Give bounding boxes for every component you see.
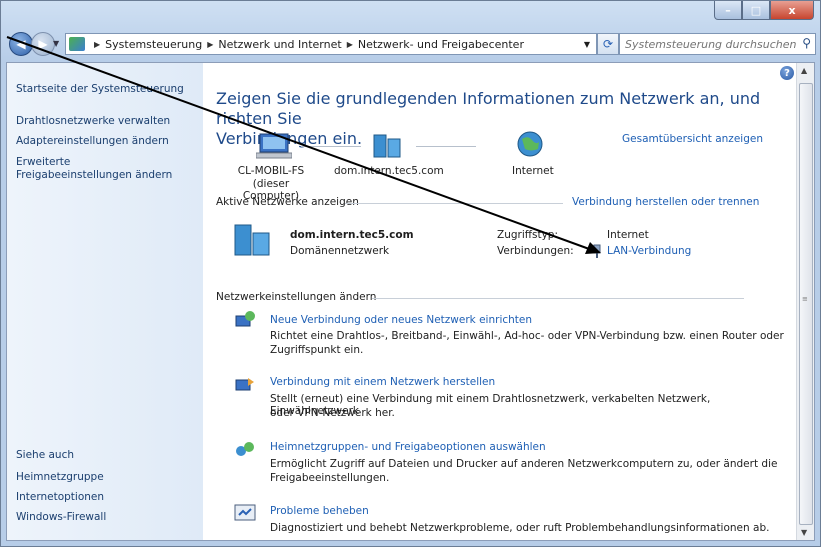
annotation-arrow [6,36,601,254]
explorer-window: – □ x ◀ ▶ ▼ ▶ Systemsteuerung ▶ Netzwerk… [0,0,821,547]
